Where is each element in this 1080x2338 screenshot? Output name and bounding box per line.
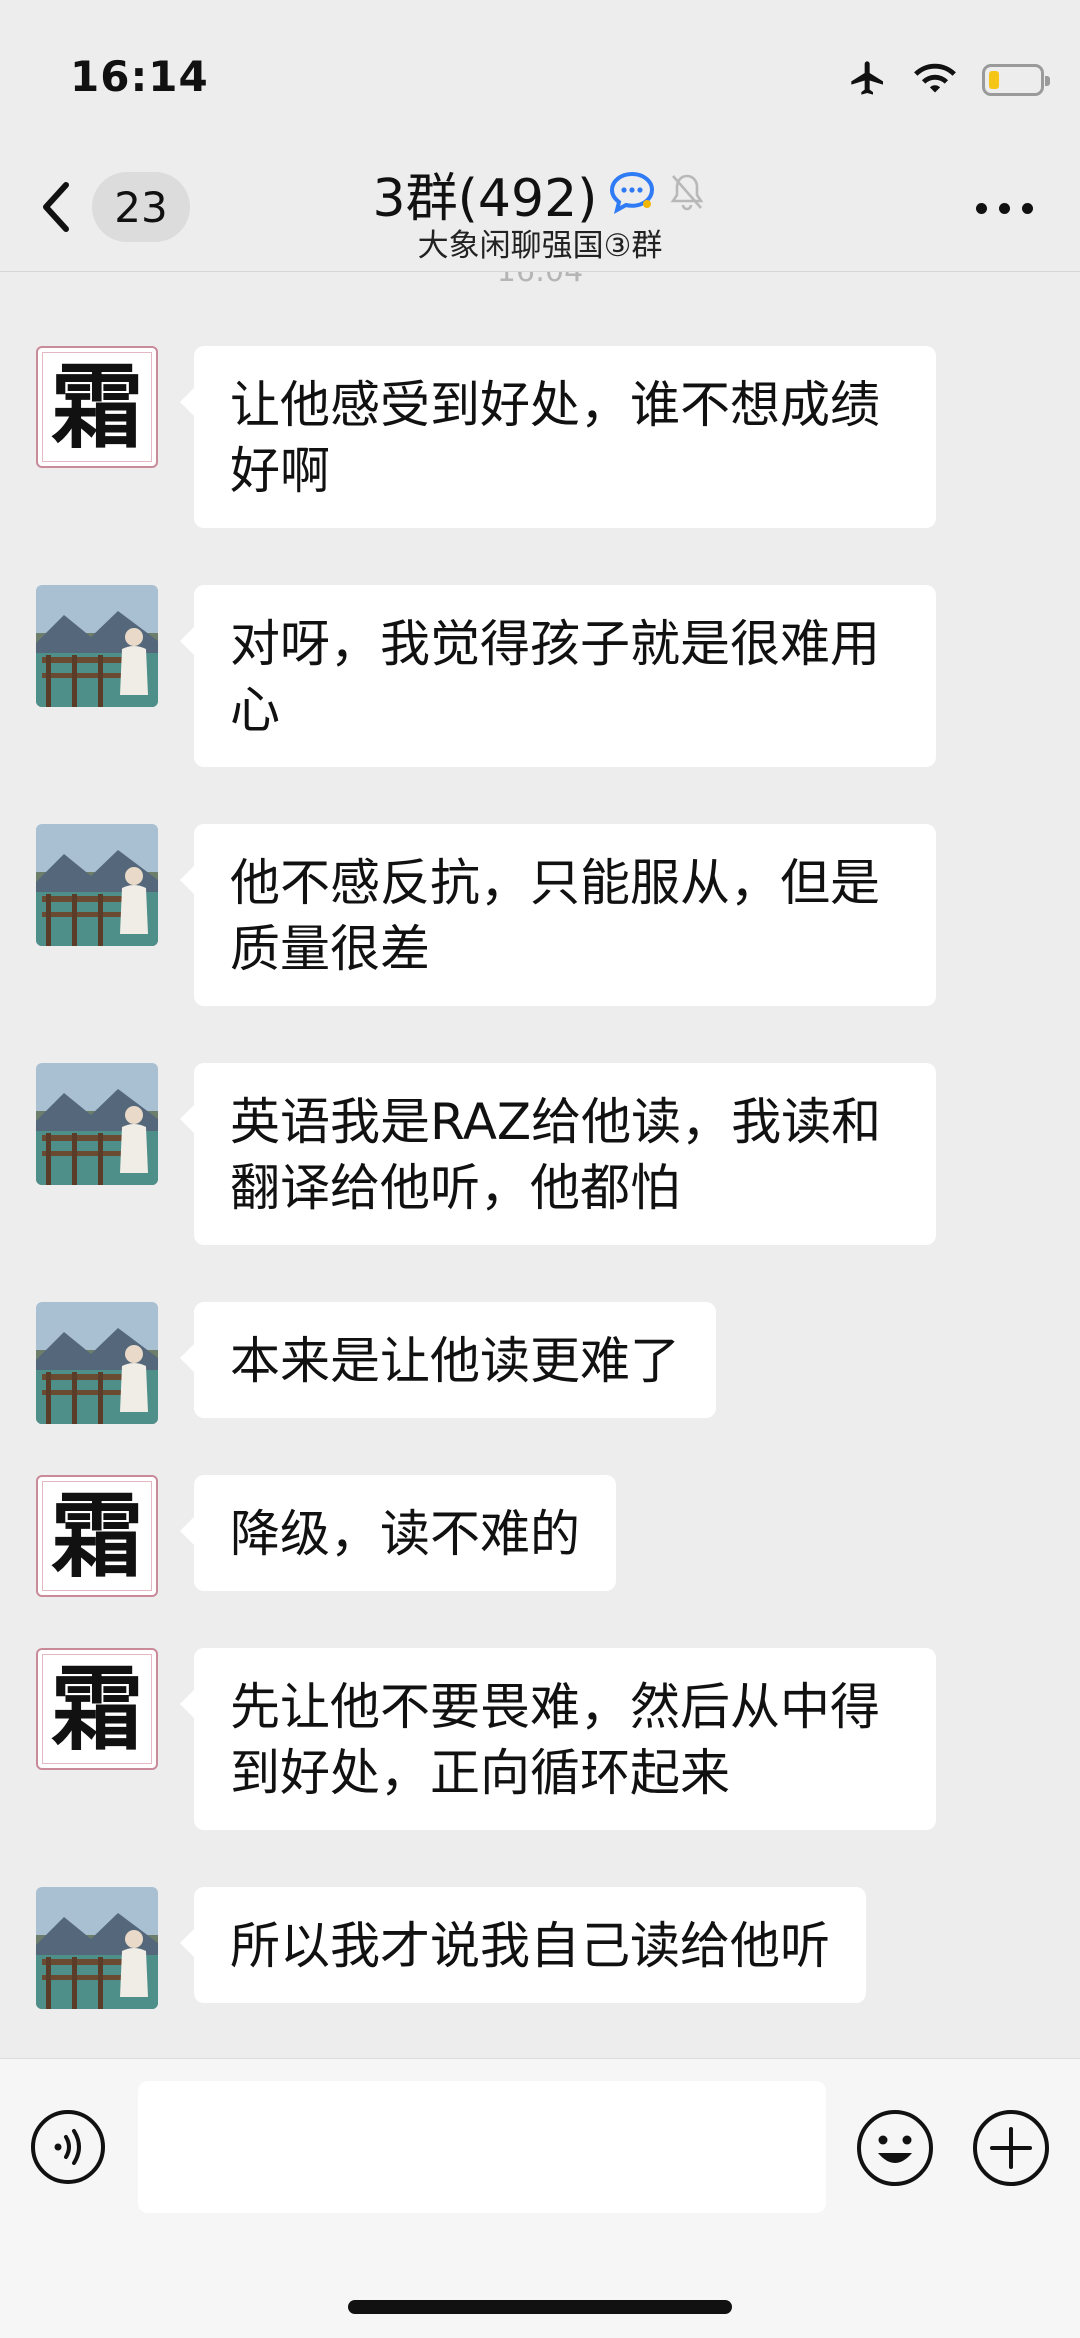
status-icons: [848, 58, 1050, 102]
avatar[interactable]: [36, 1302, 158, 1424]
message-bubble[interactable]: 降级，读不难的: [180, 1475, 616, 1591]
more-dot-icon: [999, 202, 1010, 214]
battery-level: [989, 71, 999, 89]
message-bubble[interactable]: 让他感受到好处，谁不想成绩好啊: [180, 346, 936, 528]
chat-message-list[interactable]: 16:04 霜 让他感受到好处，谁不想成绩好啊 对呀，我觉得孩子就是很难用心: [0, 272, 1080, 2058]
message-input-bar: [0, 2058, 1080, 2338]
avatar[interactable]: [36, 1063, 158, 1185]
avatar[interactable]: 霜: [36, 346, 158, 468]
more-options-button[interactable]: [976, 188, 1040, 228]
more-dot-icon: [976, 202, 987, 214]
message-row: 他不感反抗，只能服从，但是质量很差: [36, 824, 936, 1006]
message-row: 本来是让他读更难了: [36, 1302, 716, 1424]
message-bubble[interactable]: 所以我才说我自己读给他听: [180, 1887, 866, 2003]
battery-icon: [982, 64, 1050, 96]
message-bubble[interactable]: 英语我是RAZ给他读，我读和翻译给他听，他都怕: [180, 1063, 936, 1245]
chat-header: 23 3群(492) 大象闲聊强国③群: [0, 150, 1080, 272]
message-row: 霜 降级，读不难的: [36, 1475, 616, 1597]
landscape-avatar-image: [36, 1063, 158, 1185]
voice-input-button[interactable]: [30, 2109, 106, 2185]
voice-icon: [31, 2110, 105, 2184]
status-time: 16:14: [70, 52, 209, 101]
message-bubble[interactable]: 他不感反抗，只能服从，但是质量很差: [180, 824, 936, 1006]
avatar[interactable]: [36, 585, 158, 707]
message-bubble[interactable]: 先让他不要畏难，然后从中得到好处，正向循环起来: [180, 1648, 936, 1830]
landscape-avatar-image: [36, 1887, 158, 2009]
message-input[interactable]: [138, 2081, 826, 2213]
avatar[interactable]: [36, 824, 158, 946]
more-functions-button[interactable]: [972, 2109, 1050, 2187]
emoji-button[interactable]: [856, 2109, 934, 2187]
timestamp-label: 16:04: [0, 272, 1080, 289]
message-bubble[interactable]: 本来是让他读更难了: [180, 1302, 716, 1418]
mute-bell-icon: [667, 170, 707, 218]
message-row: 所以我才说我自己读给他听: [36, 1887, 866, 2009]
home-indicator[interactable]: [348, 2300, 732, 2314]
wifi-icon: [914, 61, 956, 99]
status-bar: 16:14: [0, 0, 1080, 150]
avatar[interactable]: 霜: [36, 1475, 158, 1597]
landscape-avatar-image: [36, 824, 158, 946]
emoji-icon: [857, 2110, 933, 2186]
landscape-avatar-image: [36, 1302, 158, 1424]
message-row: 霜 先让他不要畏难，然后从中得到好处，正向循环起来: [36, 1648, 936, 1830]
message-bubble[interactable]: 对呀，我觉得孩子就是很难用心: [180, 585, 936, 767]
plus-icon: [973, 2110, 1049, 2186]
message-row: 英语我是RAZ给他读，我读和翻译给他听，他都怕: [36, 1063, 936, 1245]
more-dot-icon: [1022, 202, 1033, 214]
group-subtitle: 大象闲聊强国③群: [417, 228, 663, 264]
message-row: 对呀，我觉得孩子就是很难用心: [36, 585, 936, 767]
avatar[interactable]: 霜: [36, 1648, 158, 1770]
landscape-avatar-image: [36, 585, 158, 707]
airplane-icon: [848, 58, 888, 102]
avatar[interactable]: [36, 1887, 158, 2009]
chat-bubble-icon: [607, 170, 657, 218]
message-row: 霜 让他感受到好处，谁不想成绩好啊: [36, 346, 936, 528]
